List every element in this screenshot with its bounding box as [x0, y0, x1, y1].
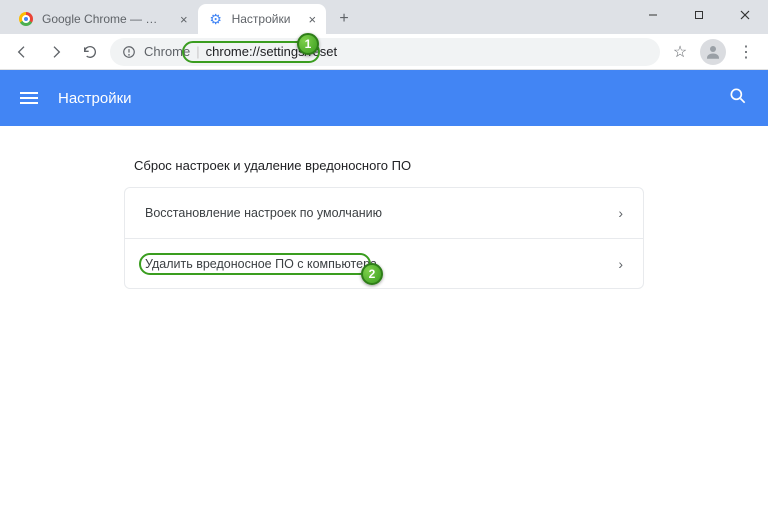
annotation-badge-2: 2: [361, 263, 383, 285]
page-title: Настройки: [58, 90, 132, 107]
maximize-button[interactable]: [676, 0, 722, 30]
row-clean-up-computer[interactable]: Удалить вредоносное ПО с компьютера › 2: [125, 238, 643, 288]
forward-button[interactable]: [42, 38, 70, 66]
row-restore-defaults[interactable]: Восстановление настроек по умолчанию ›: [125, 188, 643, 238]
chevron-right-icon: ›: [618, 256, 623, 272]
annotation-badge-1: 1: [297, 33, 319, 55]
tab-settings[interactable]: ⚙ Настройки ×: [198, 4, 326, 34]
minimize-button[interactable]: [630, 0, 676, 30]
close-icon[interactable]: ×: [308, 12, 316, 27]
kebab-menu-icon[interactable]: ⋮: [732, 38, 760, 66]
settings-card: Восстановление настроек по умолчанию › У…: [124, 187, 644, 289]
back-button[interactable]: [8, 38, 36, 66]
content-area: Сброс настроек и удаление вредоносного П…: [0, 126, 768, 313]
gear-icon: ⚙: [208, 11, 224, 27]
row-label: Восстановление настроек по умолчанию: [145, 206, 382, 220]
tab-label: Настройки: [232, 12, 291, 26]
url-scheme-label: Chrome: [144, 44, 190, 59]
reset-section: Сброс настроек и удаление вредоносного П…: [124, 150, 644, 289]
new-tab-button[interactable]: +: [330, 5, 358, 33]
chevron-right-icon: ›: [618, 205, 623, 221]
row-label: Удалить вредоносное ПО с компьютера: [145, 257, 377, 271]
close-icon[interactable]: ×: [180, 12, 188, 27]
close-window-button[interactable]: [722, 0, 768, 30]
titlebar: Google Chrome — скачать бесп × ⚙ Настрой…: [0, 0, 768, 34]
chrome-icon: [18, 11, 34, 27]
reload-button[interactable]: [76, 38, 104, 66]
bookmark-star-icon[interactable]: ☆: [666, 38, 694, 66]
tab-label: Google Chrome — скачать бесп: [42, 12, 162, 26]
search-icon[interactable]: [728, 86, 748, 111]
toolbar: Chrome | chrome://settings/reset ☆ ⋮: [0, 34, 768, 70]
menu-icon[interactable]: [20, 89, 38, 107]
settings-header: Настройки: [0, 70, 768, 126]
tab-chrome-download[interactable]: Google Chrome — скачать бесп ×: [8, 4, 198, 34]
profile-avatar[interactable]: [700, 39, 726, 65]
window-controls: [630, 0, 768, 30]
section-title: Сброс настроек и удаление вредоносного П…: [134, 158, 644, 173]
site-info-icon[interactable]: [122, 45, 136, 59]
address-bar[interactable]: Chrome | chrome://settings/reset: [110, 38, 660, 66]
